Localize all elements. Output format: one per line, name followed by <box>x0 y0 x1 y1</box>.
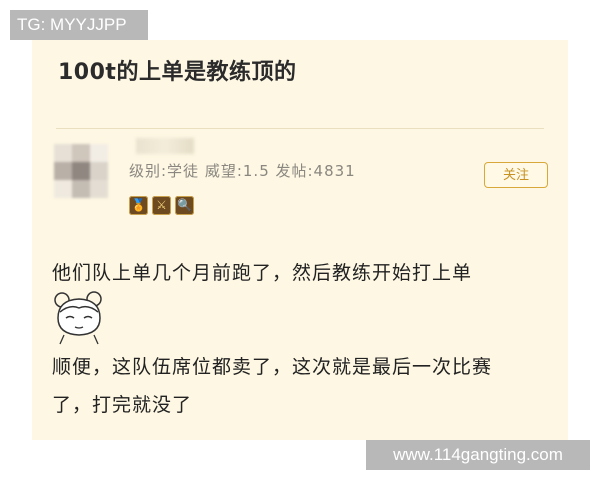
anime-girl-sticker-icon <box>54 291 102 345</box>
medal-badge-icon: 🏅 <box>129 196 148 215</box>
username-blurred[interactable] <box>136 138 194 154</box>
magnifier-badge-icon: 🔍 <box>175 196 194 215</box>
post-title: 100t的上单是教练顶的 <box>58 60 297 85</box>
avatar[interactable] <box>54 144 108 198</box>
post-card: 100t的上单是教练顶的 级别:学徒 威望:1.5 发帖:4831 🏅 ⚔ 🔍 … <box>32 40 568 440</box>
watermark-bottom-right: www.114gangting.com <box>366 440 590 470</box>
post-content-line-1: 他们队上单几个月前跑了，然后教练开始打上单 <box>52 262 473 284</box>
user-meta: 级别:学徒 威望:1.5 发帖:4831 <box>129 162 356 180</box>
watermark-top-left: TG: MYYJJPP <box>10 10 148 40</box>
follow-button[interactable]: 关注 <box>484 162 548 188</box>
post-content-line-3: 了，打完就没了 <box>52 394 193 416</box>
user-badges: 🏅 ⚔ 🔍 <box>129 196 194 215</box>
post-content-line-2: 顺便，这队伍席位都卖了，这次就是最后一次比赛 <box>52 356 493 378</box>
sword-badge-icon: ⚔ <box>152 196 171 215</box>
divider <box>56 128 544 129</box>
